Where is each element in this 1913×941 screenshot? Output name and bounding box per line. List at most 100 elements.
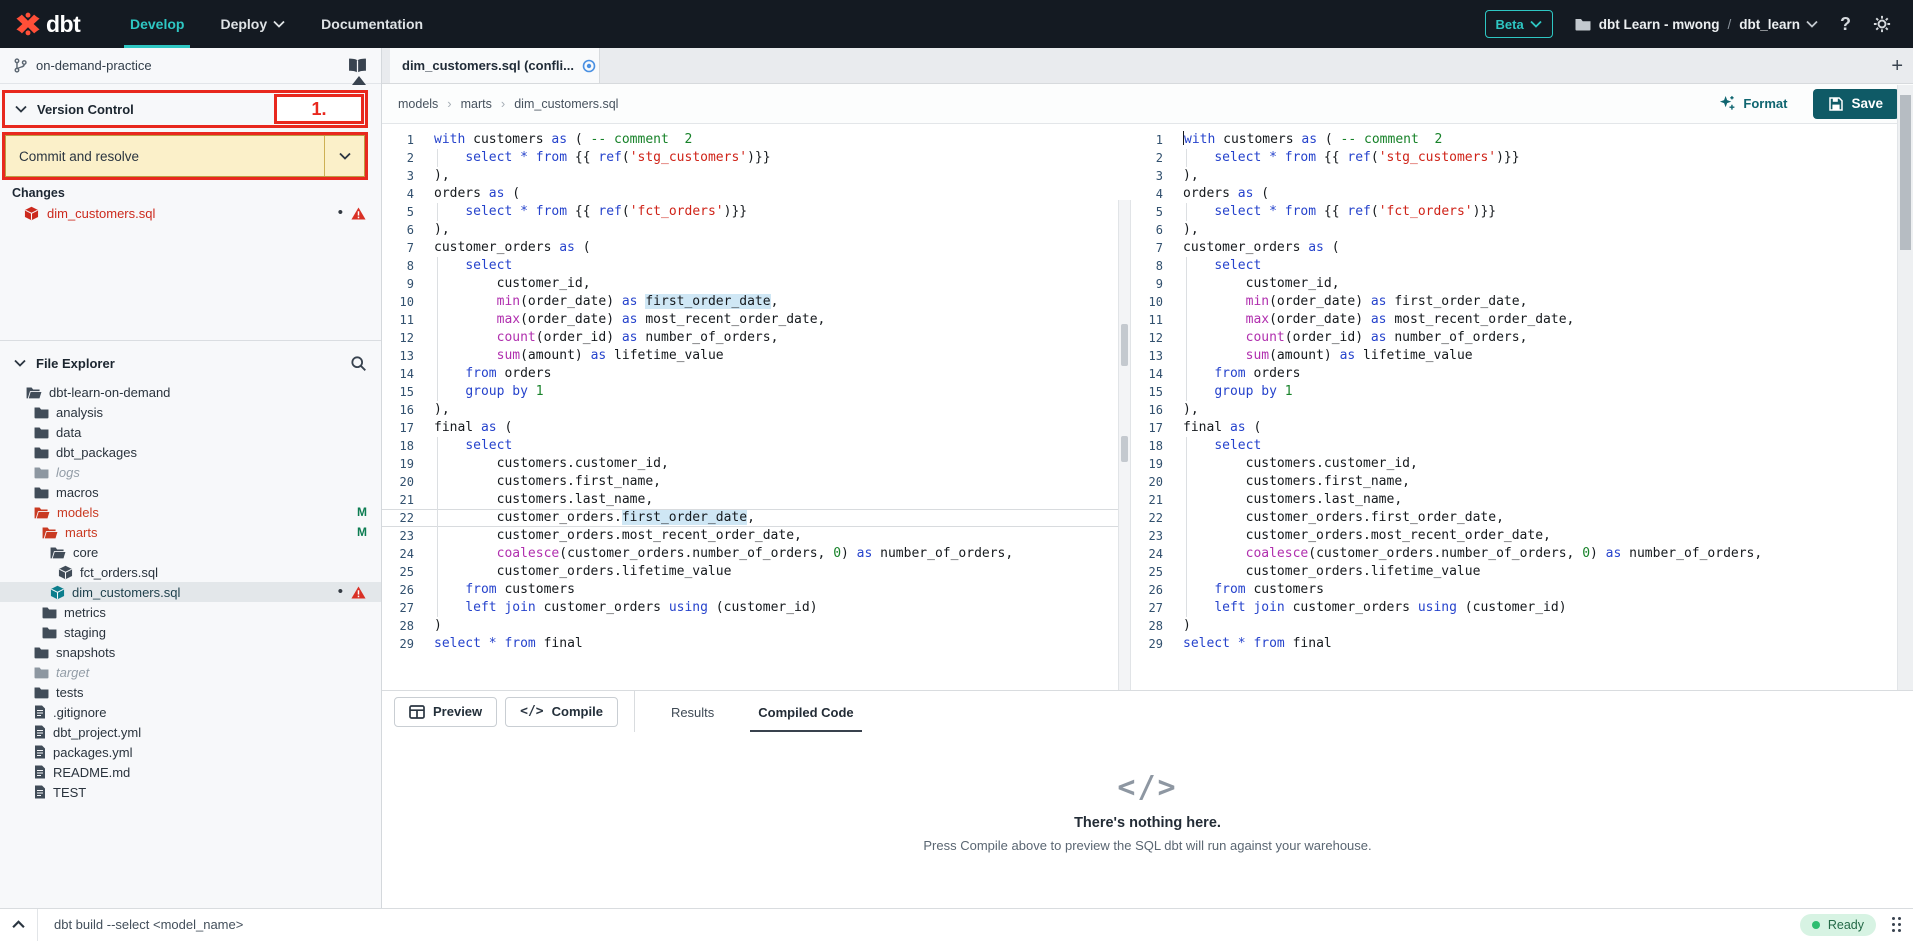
code-line-26[interactable]: 26 from customers bbox=[382, 581, 1118, 599]
code-line-25[interactable]: 25 customer_orders.lifetime_value bbox=[382, 563, 1118, 581]
changed-file-row[interactable]: dim_customers.sql • bbox=[0, 202, 381, 224]
scrollbar-thumb[interactable] bbox=[1900, 95, 1911, 250]
tree-item-dbt-project-yml[interactable]: dbt_project.yml bbox=[0, 722, 381, 742]
nav-item-documentation[interactable]: Documentation bbox=[303, 0, 441, 48]
code-line-12[interactable]: 12 count(order_id) as number_of_orders, bbox=[1131, 329, 1897, 347]
code-line-13[interactable]: 13 sum(amount) as lifetime_value bbox=[1131, 347, 1897, 365]
code-line-8[interactable]: 8 select bbox=[382, 257, 1118, 275]
scrollbar-thumb[interactable] bbox=[1121, 324, 1128, 366]
tree-item-test[interactable]: TEST bbox=[0, 782, 381, 802]
code-line-12[interactable]: 12 count(order_id) as number_of_orders, bbox=[382, 329, 1118, 347]
code-line-1[interactable]: 1with customers as ( -- comment 2 bbox=[1131, 131, 1897, 149]
code-line-24[interactable]: 24 coalesce(customer_orders.number_of_or… bbox=[382, 545, 1118, 563]
code-line-19[interactable]: 19 customers.customer_id, bbox=[1131, 455, 1897, 473]
format-button[interactable]: Format bbox=[1719, 95, 1787, 112]
branch-row[interactable]: on-demand-practice bbox=[0, 48, 381, 84]
tree-item-tests[interactable]: tests bbox=[0, 682, 381, 702]
tree-item-data[interactable]: data bbox=[0, 422, 381, 442]
version-control-section[interactable]: Version Control 1. bbox=[2, 90, 368, 128]
tree-item-readme-md[interactable]: README.md bbox=[0, 762, 381, 782]
code-line-29[interactable]: 29select * from final bbox=[1131, 635, 1897, 653]
tree-item-models[interactable]: modelsM bbox=[0, 502, 381, 522]
tree-item-target[interactable]: target bbox=[0, 662, 381, 682]
code-line-23[interactable]: 23 customer_orders.most_recent_order_dat… bbox=[1131, 527, 1897, 545]
tree-item-macros[interactable]: macros bbox=[0, 482, 381, 502]
search-icon[interactable] bbox=[350, 355, 367, 372]
commit-dropdown-toggle[interactable] bbox=[324, 136, 364, 176]
tree-item-staging[interactable]: staging bbox=[0, 622, 381, 642]
tree-item-fct-orders-sql[interactable]: fct_orders.sql bbox=[0, 562, 381, 582]
tree-item-packages-yml[interactable]: packages.yml bbox=[0, 742, 381, 762]
breadcrumb-models[interactable]: models bbox=[398, 97, 438, 111]
status-badge[interactable]: Ready bbox=[1800, 914, 1876, 936]
code-line-22[interactable]: 22 customer_orders.first_order_date, bbox=[382, 509, 1118, 527]
code-line-19[interactable]: 19 customers.customer_id, bbox=[382, 455, 1118, 473]
code-line-4[interactable]: 4orders as ( bbox=[382, 185, 1118, 203]
code-line-17[interactable]: 17final as ( bbox=[382, 419, 1118, 437]
code-line-10[interactable]: 10 min(order_date) as first_order_date, bbox=[1131, 293, 1897, 311]
docs-book-icon[interactable] bbox=[348, 58, 367, 73]
code-line-23[interactable]: 23 customer_orders.most_recent_order_dat… bbox=[382, 527, 1118, 545]
code-line-2[interactable]: 2 select * from {{ ref('stg_customers')}… bbox=[1131, 149, 1897, 167]
code-line-5[interactable]: 5 select * from {{ ref('fct_orders')}} bbox=[1131, 203, 1897, 221]
code-line-9[interactable]: 9 customer_id, bbox=[1131, 275, 1897, 293]
save-button[interactable]: Save bbox=[1813, 89, 1899, 119]
preview-button[interactable]: Preview bbox=[394, 697, 497, 727]
tree-item-core[interactable]: core bbox=[0, 542, 381, 562]
code-line-15[interactable]: 15 group by 1 bbox=[382, 383, 1118, 401]
new-tab-button[interactable]: + bbox=[1891, 48, 1903, 84]
tab-results[interactable]: Results bbox=[663, 691, 722, 733]
tree-item-analysis[interactable]: analysis bbox=[0, 402, 381, 422]
breadcrumb-dim-customers-sql[interactable]: dim_customers.sql bbox=[514, 97, 618, 111]
commit-and-resolve-button[interactable]: Commit and resolve bbox=[5, 135, 365, 177]
code-line-7[interactable]: 7customer_orders as ( bbox=[382, 239, 1118, 257]
breadcrumb-marts[interactable]: marts bbox=[461, 97, 492, 111]
editor-vertical-scrollbar[interactable] bbox=[1897, 85, 1913, 731]
nav-item-develop[interactable]: Develop bbox=[112, 0, 202, 48]
code-line-18[interactable]: 18 select bbox=[1131, 437, 1897, 455]
kebab-menu-icon[interactable] bbox=[1892, 917, 1901, 932]
account-switcher[interactable]: dbt Learn - mwong / dbt_learn bbox=[1575, 17, 1818, 32]
code-line-13[interactable]: 13 sum(amount) as lifetime_value bbox=[382, 347, 1118, 365]
tree-item-snapshots[interactable]: snapshots bbox=[0, 642, 381, 662]
code-pane-incoming[interactable]: 1with customers as ( -- comment 22 selec… bbox=[1131, 124, 1897, 690]
code-line-22[interactable]: 22 customer_orders.first_order_date, bbox=[1131, 509, 1897, 527]
code-line-15[interactable]: 15 group by 1 bbox=[1131, 383, 1897, 401]
code-line-26[interactable]: 26 from customers bbox=[1131, 581, 1897, 599]
code-line-25[interactable]: 25 customer_orders.lifetime_value bbox=[1131, 563, 1897, 581]
code-line-7[interactable]: 7customer_orders as ( bbox=[1131, 239, 1897, 257]
code-line-21[interactable]: 21 customers.last_name, bbox=[382, 491, 1118, 509]
tree-item-dim-customers-sql[interactable]: dim_customers.sql• bbox=[0, 582, 381, 602]
tree-item-dbt-packages[interactable]: dbt_packages bbox=[0, 442, 381, 462]
code-line-10[interactable]: 10 min(order_date) as first_order_date, bbox=[382, 293, 1118, 311]
code-line-29[interactable]: 29select * from final bbox=[382, 635, 1118, 653]
code-line-28[interactable]: 28) bbox=[382, 617, 1118, 635]
code-line-27[interactable]: 27 left join customer_orders using (cust… bbox=[382, 599, 1118, 617]
command-input[interactable]: dbt build --select <model_name> bbox=[54, 917, 243, 932]
tree-item--gitignore[interactable]: .gitignore bbox=[0, 702, 381, 722]
code-line-20[interactable]: 20 customers.first_name, bbox=[1131, 473, 1897, 491]
code-line-27[interactable]: 27 left join customer_orders using (cust… bbox=[1131, 599, 1897, 617]
code-line-8[interactable]: 8 select bbox=[1131, 257, 1897, 275]
code-line-28[interactable]: 28) bbox=[1131, 617, 1897, 635]
code-line-16[interactable]: 16), bbox=[1131, 401, 1897, 419]
code-line-5[interactable]: 5 select * from {{ ref('fct_orders')}} bbox=[382, 203, 1118, 221]
pane-scrollbar[interactable] bbox=[1118, 200, 1131, 690]
code-line-1[interactable]: 1with customers as ( -- comment 2 bbox=[382, 131, 1118, 149]
dbt-logo[interactable]: dbt bbox=[14, 10, 94, 38]
code-line-2[interactable]: 2 select * from {{ ref('stg_customers')}… bbox=[382, 149, 1118, 167]
code-line-11[interactable]: 11 max(order_date) as most_recent_order_… bbox=[1131, 311, 1897, 329]
code-pane-working[interactable]: 1with customers as ( -- comment 22 selec… bbox=[382, 124, 1118, 690]
code-line-14[interactable]: 14 from orders bbox=[1131, 365, 1897, 383]
chevron-up-icon[interactable] bbox=[12, 920, 25, 929]
tree-item-dbt-learn-on-demand[interactable]: dbt-learn-on-demand bbox=[0, 382, 381, 402]
tree-item-logs[interactable]: logs bbox=[0, 462, 381, 482]
file-explorer-header[interactable]: File Explorer bbox=[0, 346, 381, 380]
code-line-20[interactable]: 20 customers.first_name, bbox=[382, 473, 1118, 491]
code-line-9[interactable]: 9 customer_id, bbox=[382, 275, 1118, 293]
code-line-4[interactable]: 4orders as ( bbox=[1131, 185, 1897, 203]
code-line-3[interactable]: 3), bbox=[1131, 167, 1897, 185]
code-line-17[interactable]: 17final as ( bbox=[1131, 419, 1897, 437]
tree-item-metrics[interactable]: metrics bbox=[0, 602, 381, 622]
beta-toggle-button[interactable]: Beta bbox=[1485, 10, 1553, 38]
